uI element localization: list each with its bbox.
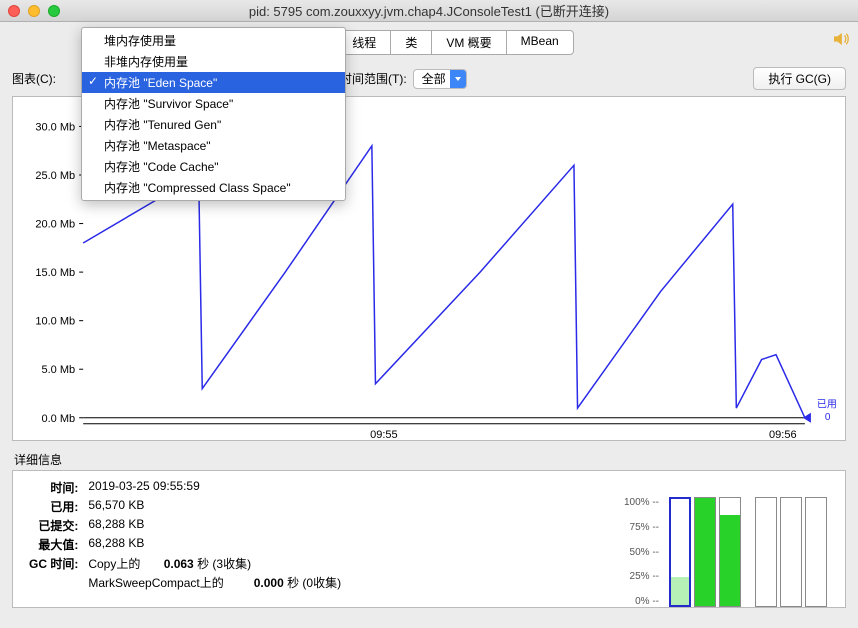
memory-bar[interactable] xyxy=(694,497,716,607)
svg-text:30.0 Mb: 30.0 Mb xyxy=(35,121,75,133)
svg-text:09:56: 09:56 xyxy=(769,429,797,441)
dropdown-item[interactable]: 内存池 "Tenured Gen" xyxy=(82,114,345,135)
chevron-down-icon xyxy=(450,70,466,88)
svg-text:20.0 Mb: 20.0 Mb xyxy=(35,219,75,231)
close-icon[interactable] xyxy=(8,5,20,17)
tab-mbean[interactable]: MBean xyxy=(507,31,573,54)
zoom-icon[interactable] xyxy=(48,5,60,17)
window-title: pid: 5795 com.zouxxyy.jvm.chap4.JConsole… xyxy=(0,1,858,20)
time-range-label: 时间范围(T): xyxy=(340,70,407,87)
tab-vm-summary[interactable]: VM 概要 xyxy=(432,31,506,54)
window-controls xyxy=(8,5,60,17)
bar-y-labels: 100% --75% --50% --25% --0% -- xyxy=(624,497,663,607)
tab-classes[interactable]: 类 xyxy=(391,31,432,54)
time-range-value: 全部 xyxy=(422,70,446,87)
dropdown-item[interactable]: 内存池 "Compressed Class Space" xyxy=(82,177,345,198)
dropdown-item[interactable]: 内存池 "Survivor Space" xyxy=(82,93,345,114)
window-titlebar: pid: 5795 com.zouxxyy.jvm.chap4.JConsole… xyxy=(0,0,858,22)
svg-text:5.0 Mb: 5.0 Mb xyxy=(41,364,75,376)
memory-bar[interactable] xyxy=(719,497,741,607)
dropdown-item[interactable]: 堆内存使用量 xyxy=(82,30,345,51)
svg-text:09:55: 09:55 xyxy=(370,429,398,441)
dropdown-item[interactable]: 内存池 "Metaspace" xyxy=(82,135,345,156)
perform-gc-button[interactable]: 执行 GC(G) xyxy=(753,67,846,90)
svg-text:0: 0 xyxy=(825,412,831,423)
chart-label: 图表(C): xyxy=(12,70,56,87)
svg-text:15.0 Mb: 15.0 Mb xyxy=(35,267,75,279)
dropdown-item[interactable]: 内存池 "Eden Space" xyxy=(82,72,345,93)
details-panel: 时间:2019-03-25 09:55:59已用:56,570 KB已提交:68… xyxy=(12,470,846,608)
memory-bar[interactable] xyxy=(805,497,827,607)
svg-text:已用: 已用 xyxy=(817,400,837,411)
svg-text:25.0 Mb: 25.0 Mb xyxy=(35,170,75,182)
tab-threads[interactable]: 线程 xyxy=(338,31,391,54)
memory-bar[interactable] xyxy=(780,497,802,607)
memory-bars xyxy=(669,497,827,607)
svg-text:10.0 Mb: 10.0 Mb xyxy=(35,316,75,328)
minimize-icon[interactable] xyxy=(28,5,40,17)
time-range-select[interactable]: 全部 xyxy=(413,69,467,89)
dropdown-item[interactable]: 非堆内存使用量 xyxy=(82,51,345,72)
memory-bar[interactable] xyxy=(669,497,691,607)
sound-icon xyxy=(832,32,850,46)
dropdown-item[interactable]: 内存池 "Code Cache" xyxy=(82,156,345,177)
chart-select-dropdown[interactable]: 堆内存使用量非堆内存使用量内存池 "Eden Space"内存池 "Surviv… xyxy=(81,27,346,201)
svg-text:0.0 Mb: 0.0 Mb xyxy=(41,413,75,425)
details-kv-table: 时间:2019-03-25 09:55:59已用:56,570 KB已提交:68… xyxy=(23,477,347,593)
details-heading: 详细信息 xyxy=(12,441,846,470)
memory-bar[interactable] xyxy=(755,497,777,607)
